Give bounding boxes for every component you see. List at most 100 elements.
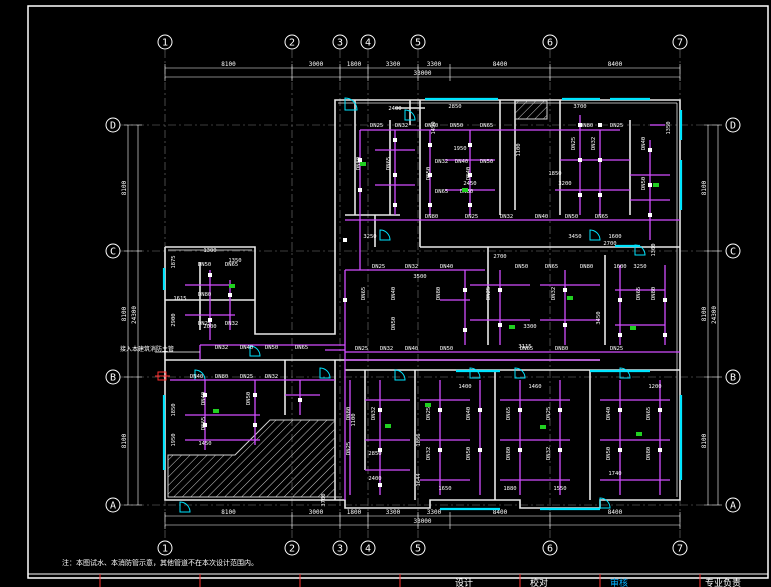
dim-right-span: 8100 <box>701 306 708 321</box>
room-dimension: 2850 <box>368 451 381 457</box>
axis-left-B-label: B <box>110 373 116 384</box>
sprinkler-head <box>393 173 397 177</box>
room-dimension: 2700 <box>493 254 506 260</box>
sprinkler-head <box>428 143 432 147</box>
pipe-size-label: DN25 <box>370 123 383 129</box>
axis-bottom-5-label: 5 <box>415 544 421 555</box>
sprinkler-head <box>358 188 362 192</box>
sprinkler-head <box>648 148 652 152</box>
hatched-shaft <box>514 100 548 120</box>
room-dimension: 1450 <box>431 121 437 134</box>
sprinkler-head <box>558 448 562 452</box>
pipe-size-label: DN40 <box>440 264 453 270</box>
sprinkler-head <box>468 203 472 207</box>
pipe-size-label: DN80 <box>580 264 593 270</box>
sprinkler-head <box>648 183 652 187</box>
sprinkler-head <box>598 158 602 162</box>
pipe-size-label: DN50 <box>466 447 472 460</box>
axis-top-5-label: 5 <box>415 38 421 49</box>
pipe-size-label: DN25 <box>372 264 385 270</box>
pipe-size-label: DN50 <box>480 159 493 165</box>
pipe-size-label: DN40 <box>190 374 203 380</box>
pipe-size-label: DN65 <box>361 287 367 300</box>
room-dimension: 1100 <box>516 143 522 156</box>
room-dimension: 1450 <box>198 441 211 447</box>
sprinkler-head <box>518 448 522 452</box>
sprinkler-head <box>378 408 382 412</box>
riser-marker <box>653 183 659 187</box>
pipe-size-label: DN80 <box>646 447 652 460</box>
room-dimension: 1950 <box>453 146 466 152</box>
pipe-size-label: DN50 <box>426 167 432 180</box>
room-dimension: 2400 <box>388 106 401 112</box>
pipe-size-label: DN80 <box>651 287 657 300</box>
riser-marker <box>213 409 219 413</box>
room-dimension: 3250 <box>633 264 646 270</box>
pipe-size-label: DN65 <box>435 189 448 195</box>
dim-top-span: 3300 <box>386 61 401 68</box>
axis-right-B-label: B <box>730 373 736 384</box>
pipe-size-label: DN80 <box>425 214 438 220</box>
dim-bottom-span: 3300 <box>427 509 442 516</box>
sprinkler-head <box>658 408 662 412</box>
room-dimension: 2700 <box>603 241 616 247</box>
pipe-size-label: DN40 <box>240 345 253 351</box>
pipe-size-label: DN65 <box>201 417 207 430</box>
room-dimension: 1200 <box>648 384 661 390</box>
sprinkler-head <box>598 193 602 197</box>
pipe-size-label: DN80 <box>555 346 568 352</box>
axis-right-C-label: C <box>730 247 736 258</box>
pipe-size-label: DN32 <box>371 407 377 420</box>
sprinkler-head <box>563 288 567 292</box>
pipe-size-label: DN25 <box>546 407 552 420</box>
room-dimension: 1650 <box>438 486 451 492</box>
dim-left-total: 24300 <box>131 306 138 324</box>
axis-bottom-6-label: 6 <box>547 544 553 555</box>
sprinkler-head <box>648 213 652 217</box>
pipe-size-label: DN32 <box>591 137 597 150</box>
axis-left-C-label: C <box>110 247 116 258</box>
riser-marker <box>630 326 636 330</box>
room-dimension: 3700 <box>321 493 327 506</box>
sprinkler-head <box>253 423 257 427</box>
sprinkler-head <box>393 203 397 207</box>
dim-left-span: 8100 <box>121 433 128 448</box>
pipe-size-label: DN40 <box>405 346 418 352</box>
axis-left-D-label: D <box>110 121 116 132</box>
axis-top-7-label: 7 <box>677 38 683 49</box>
room-dimension: 2850 <box>448 104 461 110</box>
pipe-size-label: DN25 <box>486 287 492 300</box>
cad-drawing-canvas[interactable]: 8100 3000 1800 3300 3300 8400 8400 33000 8100 300… <box>0 0 771 587</box>
pipe-size-label: DN32 <box>426 447 432 460</box>
pipe-size-label: DN65 <box>480 123 493 129</box>
sprinkler-head <box>618 448 622 452</box>
axis-right-D-label: D <box>730 121 736 132</box>
pipe-size-label: DN40 <box>201 392 207 405</box>
room-dimension: 1850 <box>171 403 177 416</box>
pipe-size-label: DN80 <box>215 374 228 380</box>
sprinkler-head <box>468 143 472 147</box>
room-dimension: 3200 <box>558 181 571 187</box>
pipe-size-label: DN50 <box>450 123 463 129</box>
pipe-size-label: DN32 <box>380 346 393 352</box>
pipe-size-label: DN32 <box>546 447 552 460</box>
dim-right-total: 24300 <box>711 306 718 324</box>
pipe-size-label: DN32 <box>395 123 408 129</box>
sprinkler-head <box>618 298 622 302</box>
dim-top-span: 1800 <box>347 61 362 68</box>
sprinkler-head <box>598 123 602 127</box>
pipe-size-label: DN80 <box>580 123 593 129</box>
dim-top-span: 8400 <box>493 61 508 68</box>
room-dimension: 1550 <box>553 486 566 492</box>
sprinkler-head <box>228 293 232 297</box>
room-dimension: 3300 <box>523 324 536 330</box>
pipe-size-label: DN65 <box>595 214 608 220</box>
room-dimension: 1856 <box>416 433 422 446</box>
dim-bottom-total: 33000 <box>413 518 431 525</box>
sprinkler-head <box>663 298 667 302</box>
sprinkler-head <box>498 288 502 292</box>
pipe-size-label: DN65 <box>545 264 558 270</box>
room-dimension: 2000 <box>203 324 216 330</box>
title-bar-cell-2: 校对 <box>530 577 548 587</box>
pipe-size-label: DN32 <box>500 214 513 220</box>
